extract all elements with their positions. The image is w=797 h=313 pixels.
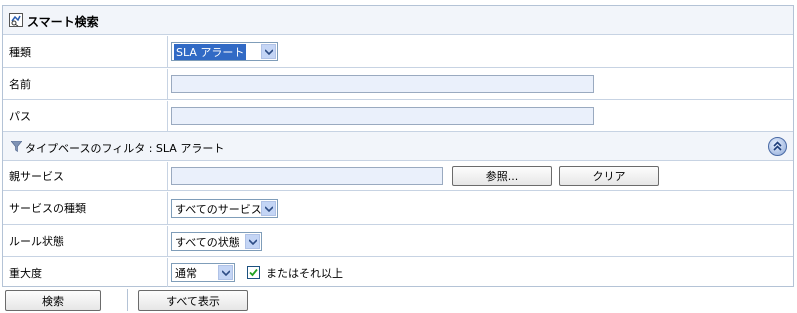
panel-title: スマート検索 (27, 15, 99, 29)
parent-service-input[interactable] (171, 167, 443, 185)
double-chevron-up-icon[interactable] (768, 137, 787, 156)
chevron-down-icon (245, 234, 260, 249)
service-type-label: サービスの種類 (3, 192, 168, 224)
search-button[interactable]: 検索 (5, 290, 101, 311)
browse-button[interactable]: 参照... (452, 166, 552, 186)
panel-header: スマート検索 (3, 6, 793, 35)
type-select[interactable]: SLA アラート (171, 42, 278, 61)
path-label: パス (3, 101, 168, 131)
path-row: パス (3, 101, 793, 132)
severity-label: 重大度 (3, 258, 168, 287)
checkmark-icon (249, 268, 258, 277)
smart-search-panel: スマート検索 種類 SLA アラート 名前 パス タイプベースのフィルタ : S… (2, 5, 794, 287)
chevron-down-icon (261, 44, 276, 59)
parent-service-label: 親サービス (3, 162, 168, 190)
type-row: 種類 SLA アラート (3, 36, 793, 68)
clear-button[interactable]: クリア (559, 166, 659, 186)
filter-section-header: タイプベースのフィルタ : SLA アラート (3, 132, 793, 161)
rule-state-select-value: すべての状態 (175, 235, 240, 249)
type-label: 種類 (3, 36, 168, 67)
rule-state-select[interactable]: すべての状態 (171, 232, 262, 251)
or-higher-checkbox[interactable] (247, 266, 260, 279)
chevron-down-icon (261, 201, 276, 216)
show-all-button[interactable]: すべて表示 (138, 290, 248, 311)
funnel-icon (10, 140, 23, 155)
footer-divider (127, 289, 128, 311)
severity-row: 重大度 通常 またはそれ以上 (3, 258, 793, 287)
parent-service-row: 親サービス 参照... クリア (3, 162, 793, 191)
service-type-select[interactable]: すべてのサービス (171, 199, 278, 218)
name-label: 名前 (3, 69, 168, 99)
name-input[interactable] (171, 75, 594, 93)
type-select-value: SLA アラート (174, 43, 247, 60)
chevron-down-icon (218, 265, 233, 280)
or-higher-label: またはそれ以上 (266, 267, 343, 280)
severity-select-value: 通常 (175, 266, 197, 280)
rule-state-row: ルール状態 すべての状態 (3, 226, 793, 257)
rule-state-label: ルール状態 (3, 226, 168, 256)
filter-title: タイプベースのフィルタ : SLA アラート (25, 142, 225, 155)
path-input[interactable] (171, 107, 594, 125)
service-type-select-value: すべてのサービス (175, 202, 262, 216)
search-page-icon (9, 13, 23, 27)
severity-select[interactable]: 通常 (171, 263, 235, 282)
name-row: 名前 (3, 69, 793, 100)
service-type-row: サービスの種類 すべてのサービス (3, 192, 793, 225)
